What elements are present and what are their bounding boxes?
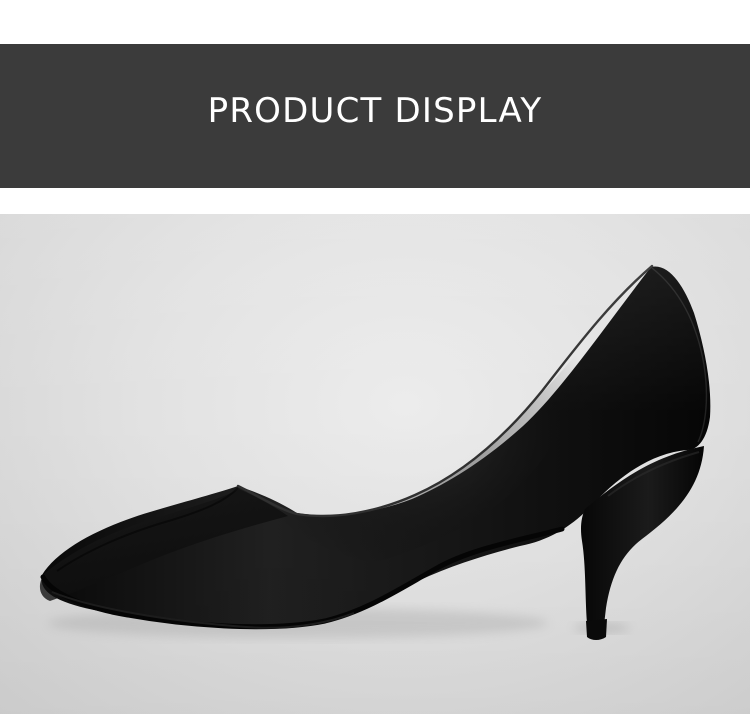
product-photo-area bbox=[0, 214, 750, 714]
product-display-page: PRODUCT DISPLAY bbox=[0, 0, 750, 714]
product-display-banner: PRODUCT DISPLAY bbox=[0, 44, 750, 188]
heel-tip bbox=[586, 619, 607, 640]
black-high-heel-pump-image bbox=[39, 264, 711, 640]
top-white-spacer bbox=[0, 0, 750, 44]
banner-image-gap bbox=[0, 188, 750, 214]
banner-title: PRODUCT DISPLAY bbox=[207, 91, 543, 131]
